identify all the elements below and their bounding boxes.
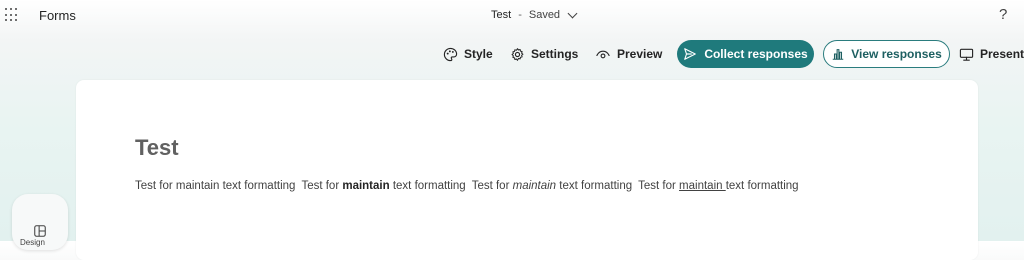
collect-responses-button[interactable]: Collect responses <box>677 40 814 68</box>
app-launcher-icon[interactable] <box>5 8 19 22</box>
eye-icon <box>596 50 610 58</box>
save-status: Saved <box>528 9 561 21</box>
send-icon <box>684 48 697 60</box>
document-title: Test <box>491 9 512 21</box>
desc-segment: text formatting <box>725 180 799 192</box>
help-button[interactable]: ? <box>999 6 1007 23</box>
document-title-menu[interactable]: Test - Saved <box>491 8 578 21</box>
desc-segment: Test for <box>471 180 513 192</box>
design-panel-label: Design <box>20 238 45 247</box>
desc-segment: Test for <box>638 180 680 192</box>
gear-icon <box>511 47 524 61</box>
form-title[interactable]: Test <box>135 135 179 161</box>
monitor-icon <box>959 48 974 61</box>
settings-label: Settings <box>531 47 579 61</box>
bar-chart-icon <box>833 49 844 60</box>
layout-icon <box>34 225 46 237</box>
desc-segment: Test for <box>301 180 343 192</box>
settings-button[interactable]: Settings <box>510 40 578 68</box>
desc-italic-text: maintain <box>512 180 557 192</box>
preview-button[interactable]: Preview <box>595 40 662 68</box>
form-description[interactable]: Test for maintain text formatting Test fo… <box>135 180 799 192</box>
form-card: Test Test for maintain text formatting Te… <box>76 80 978 260</box>
present-button[interactable]: Present <box>959 40 1024 68</box>
desc-segment: Test for maintain text formatting <box>135 180 296 192</box>
palette-icon <box>443 47 458 61</box>
collect-responses-label: Collect responses <box>704 47 808 61</box>
view-responses-button[interactable]: View responses <box>823 40 950 68</box>
title-separator: - <box>518 9 522 21</box>
desc-segment: text formatting <box>389 180 466 192</box>
desc-underline-text: maintain <box>679 180 726 192</box>
desc-bold-text: maintain <box>342 180 390 192</box>
present-label: Present <box>980 47 1024 61</box>
top-header: Forms Test - Saved ? <box>0 0 1024 30</box>
chevron-down-icon <box>567 8 578 18</box>
style-button[interactable]: Style <box>443 40 493 68</box>
desc-segment: text formatting <box>556 180 633 192</box>
app-name[interactable]: Forms <box>39 8 76 23</box>
style-label: Style <box>464 47 493 61</box>
design-panel-button[interactable]: Design <box>12 194 68 250</box>
view-responses-label: View responses <box>851 47 942 61</box>
preview-label: Preview <box>617 47 663 61</box>
